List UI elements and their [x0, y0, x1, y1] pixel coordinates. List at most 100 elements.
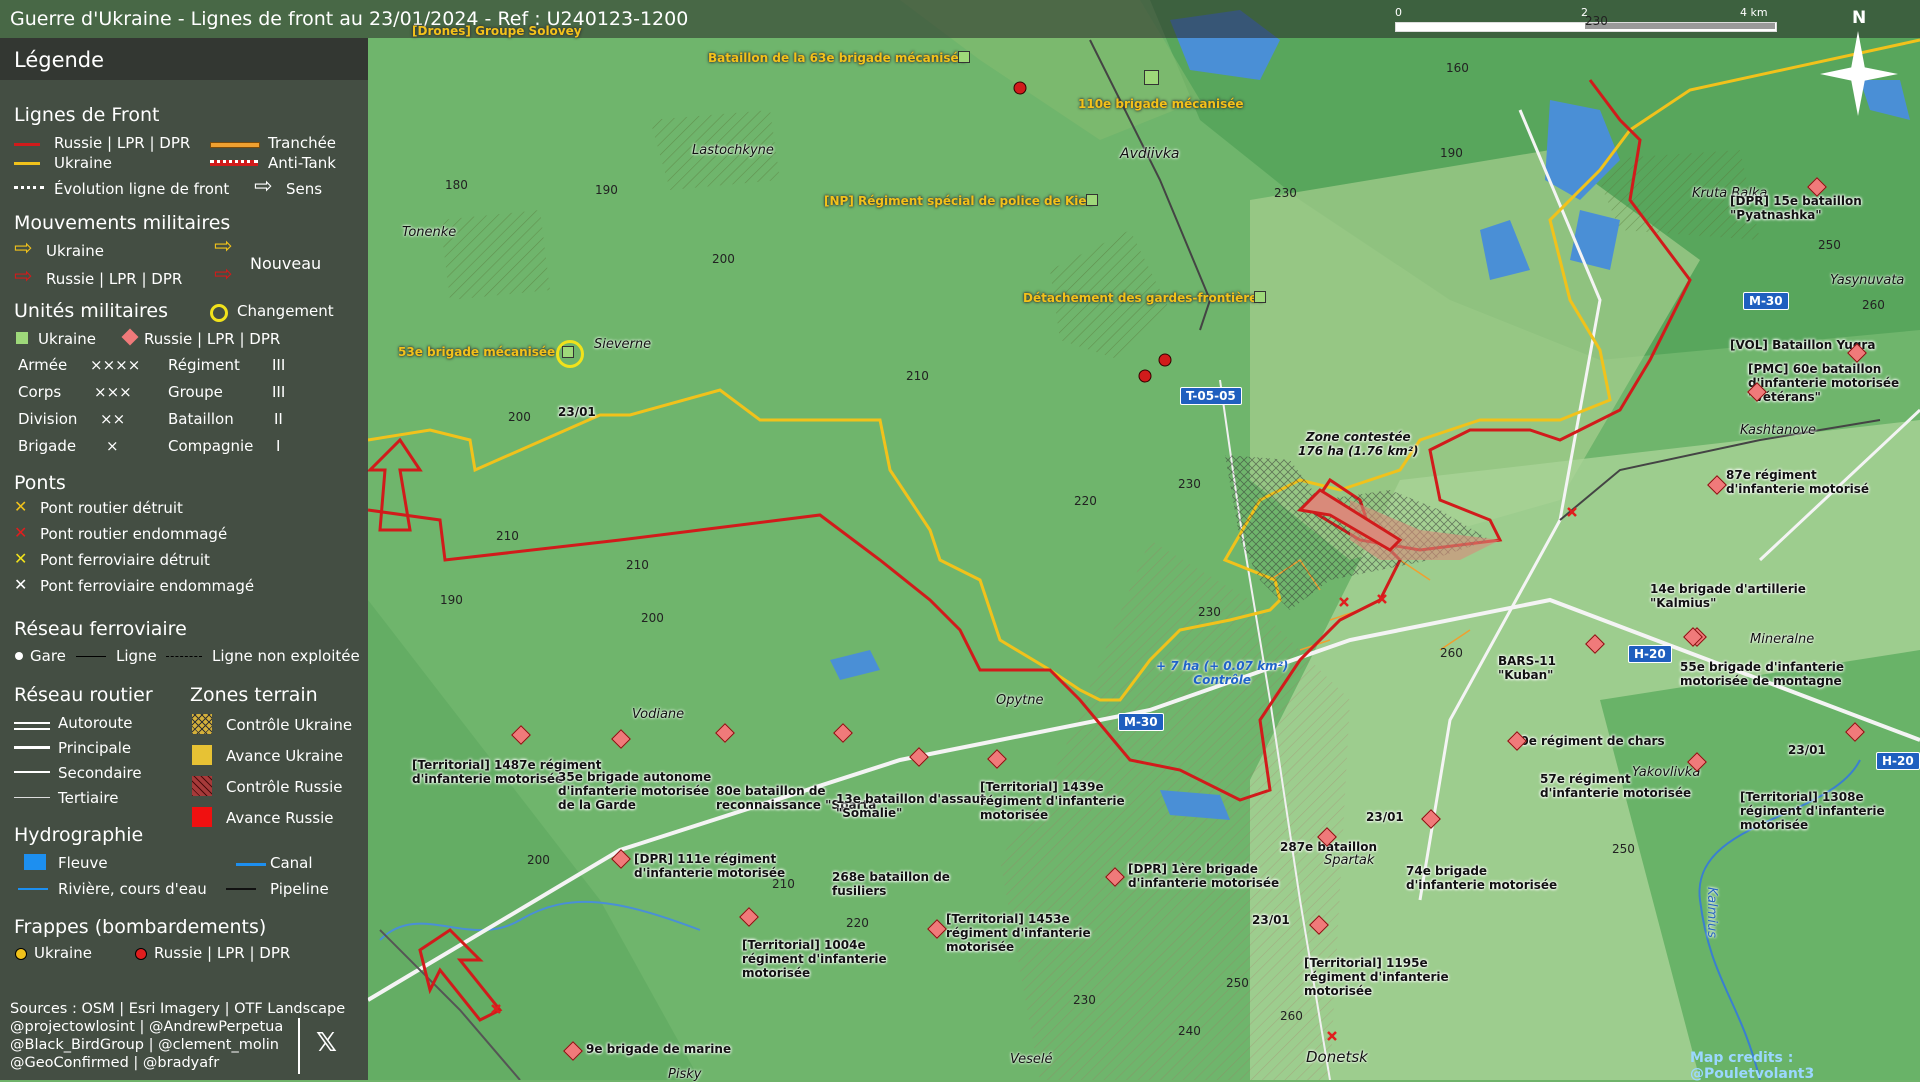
contested-zone-label: Zone contestée 176 ha (1.76 km²) [1298, 430, 1419, 458]
ukraine-unit-square-icon [16, 332, 28, 344]
unit-label-russia[interactable]: 10e régiment de chars [1512, 734, 1665, 748]
legend-unit-russia: Russie | LPR | DPR [144, 330, 281, 348]
unit-label-russia[interactable]: [Territorial] 1195e régiment d'infanteri… [1304, 956, 1464, 998]
unit-label-russia[interactable]: 74e brigade d'infanterie motorisée [1406, 864, 1566, 892]
elevation-label: 260 [1440, 646, 1463, 660]
map-credits: Map credits : @Pouletvolant3 [1690, 1050, 1815, 1082]
unit-label-russia[interactable]: 55e brigade d'infanterie motorisée de mo… [1680, 660, 1850, 688]
unit-regiment-sym: III [272, 356, 286, 374]
contested-zone-title: Zone contestée [1305, 430, 1411, 444]
ukraine-unit-marker[interactable] [1144, 70, 1159, 85]
unit-groupe-sym: III [272, 383, 286, 401]
unit-label-russia[interactable]: [PMC] 60e bataillon d'infanterie motoris… [1748, 362, 1918, 404]
canal-swatch [236, 863, 266, 866]
elevation-label: 260 [1280, 1009, 1303, 1023]
legend-units-title: Unités militaires [14, 300, 169, 322]
unit-label-russia[interactable]: 87e régiment d'infanterie motorisé [1726, 468, 1896, 496]
legend-road-3: Tertiaire [58, 789, 119, 807]
elevation-label: 210 [496, 529, 519, 543]
place-mineralne: Mineralne [1750, 632, 1815, 647]
legend-trench: Tranchée [268, 134, 337, 152]
unit-label-russia[interactable]: [Territorial] 1308e régiment d'infanteri… [1740, 790, 1910, 832]
legend-road-1: Principale [58, 739, 132, 757]
unit-label-ukraine[interactable]: 53e brigade mécanisée [398, 345, 555, 359]
unit-label-ukraine[interactable]: Bataillon de la 63e brigade mécanisée [708, 51, 967, 65]
legend-bridge-0: Pont routier détruit [40, 499, 183, 517]
road-bridge-destroyed-icon: ✕ [14, 497, 28, 516]
ukraine-unit-marker[interactable] [1254, 291, 1266, 303]
unit-label-russia[interactable]: BARS-11 "Kuban" [1498, 654, 1608, 682]
unit-armee-sym: ×××× [90, 356, 141, 374]
legend-evolution: Évolution ligne de front [54, 180, 230, 198]
elevation-label: 160 [1446, 61, 1469, 75]
sources-divider [298, 1018, 300, 1074]
elevation-label: 210 [626, 558, 649, 572]
legend-bridges-title: Ponts [14, 472, 66, 494]
strike-marker [1158, 353, 1172, 367]
scale-label-0: 0 [1395, 6, 1402, 19]
elevation-label: 190 [440, 593, 463, 607]
main-road-swatch [14, 746, 50, 749]
legend-pipeline: Pipeline [270, 880, 329, 898]
legend-unit-ukraine: Ukraine [38, 330, 96, 348]
ukraine-unit-marker[interactable] [1086, 194, 1098, 206]
legend-hydro-title: Hydrographie [14, 824, 144, 846]
unit-compagnie: Compagnie [168, 437, 254, 455]
unit-bataillon-sym: II [274, 410, 283, 428]
elevation-label: 250 [1226, 976, 1249, 990]
ukraine-line-swatch [14, 162, 40, 165]
unit-label-russia[interactable]: [Territorial] 1004e régiment d'infanteri… [742, 938, 912, 980]
ukraine-unit-marker[interactable] [958, 51, 970, 63]
unit-bataillon: Bataillon [168, 410, 234, 428]
place-spartak: Spartak [1324, 853, 1375, 868]
legend-movements-title: Mouvements militaires [14, 212, 231, 234]
unit-label-russia[interactable]: [DPR] 111e régiment d'infanterie motoris… [634, 852, 789, 880]
strike-marker [1013, 81, 1027, 95]
date-label: 23/01 [1366, 810, 1404, 824]
rail-line-swatch [76, 656, 106, 657]
ukraine-unit-marker[interactable] [562, 346, 574, 358]
sens-arrow-icon: ⇨ [254, 174, 273, 199]
unit-label-russia[interactable]: [DPR] 1ère brigade d'infanterie motorisé… [1128, 862, 1288, 890]
x-logo-icon[interactable]: 𝕏 [316, 1028, 337, 1058]
place-kashtanove: Kashtanove [1740, 423, 1816, 438]
unit-label-ukraine[interactable]: [Drones] Groupe Solovey [412, 24, 582, 38]
strike-marker [1138, 369, 1152, 383]
unit-label-ukraine[interactable]: Détachement des gardes-frontières [1023, 291, 1264, 305]
legend-roads-title: Réseau routier [14, 684, 153, 706]
unit-label-russia[interactable]: [DPR] 15e bataillon "Pyatnashka" [1730, 194, 1900, 222]
place-vesele: Veselé [1010, 1052, 1053, 1067]
legend-zone-3: Avance Russie [226, 809, 334, 827]
elevation-label: 200 [527, 853, 550, 867]
unit-label-russia[interactable]: 57e régiment d'infanterie motorisée [1540, 772, 1710, 800]
zone-advance-russia-swatch [192, 807, 212, 827]
unit-label-russia[interactable]: 14e brigade d'artillerie "Kalmius" [1650, 582, 1820, 610]
unit-label-russia[interactable]: 35e brigade autonome d'infanterie motori… [558, 770, 723, 812]
legend-road-2: Secondaire [58, 764, 142, 782]
elevation-label: 230 [1585, 14, 1608, 28]
road-badge-h20: H-20 [1628, 645, 1672, 663]
elevation-label: 230 [1073, 993, 1096, 1007]
unit-label-russia[interactable]: 9e brigade de marine [586, 1042, 731, 1056]
date-label: 23/01 [1252, 913, 1290, 927]
elevation-label: 190 [595, 183, 618, 197]
unit-brigade-sym: × [106, 437, 119, 455]
unit-label-russia[interactable]: [Territorial] 1439e régiment d'infanteri… [980, 780, 1140, 822]
tertiary-road-swatch [14, 797, 50, 798]
unit-label-ukraine[interactable]: [NP] Régiment spécial de police de Kiev [824, 194, 1094, 208]
elevation-label: 230 [1178, 477, 1201, 491]
unit-label-russia[interactable]: [Territorial] 1453e régiment d'infanteri… [946, 912, 1096, 954]
river-swatch [24, 854, 46, 870]
unit-label-russia[interactable]: 268e bataillon de fusiliers [832, 870, 1002, 898]
unit-label-ukraine[interactable]: 110e brigade mécanisée [1078, 97, 1244, 111]
elevation-label: 200 [641, 611, 664, 625]
legend-zones-title: Zones terrain [190, 684, 318, 706]
date-label: 23/01 [1788, 743, 1826, 757]
unit-division: Division [18, 410, 78, 428]
legend-fleuve: Fleuve [58, 854, 108, 872]
new-ukraine-arrow-icon: ⇨ [214, 234, 233, 259]
legend-bridge-1: Pont routier endommagé [40, 525, 228, 543]
place-opytne: Opytne [996, 693, 1044, 708]
place-lastochkyne: Lastochkyne [692, 143, 774, 158]
road-badge-m30: M-30 [1743, 292, 1789, 310]
